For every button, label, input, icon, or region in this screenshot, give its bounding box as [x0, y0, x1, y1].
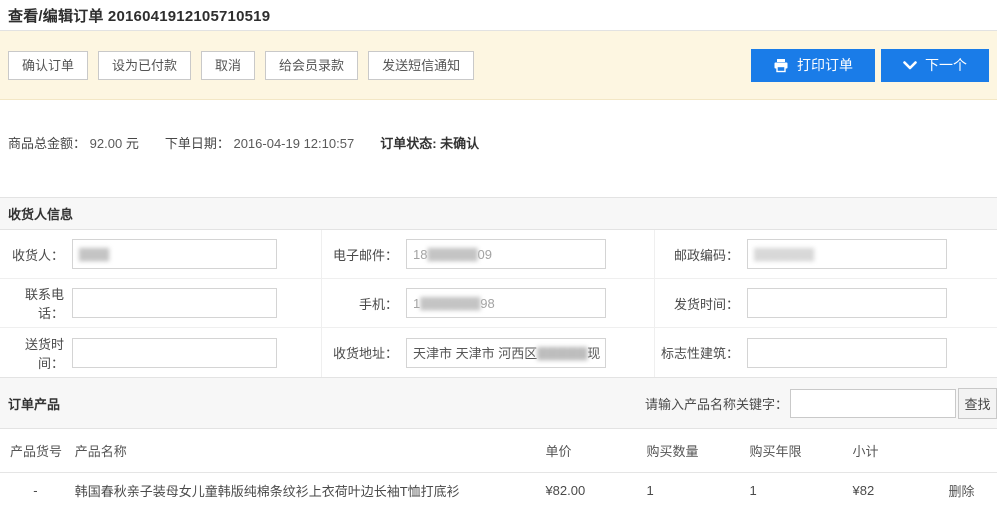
order-edit-page: 查看/编辑订单 2016041912105710519 确认订单 设为已付款 取…	[0, 0, 997, 509]
ship-time-input[interactable]	[747, 288, 947, 318]
mobile-input[interactable]: 1▇▇▇▇▇▇98	[406, 288, 606, 318]
col-header-years: 购买年限	[747, 429, 850, 472]
mobile-label: 手机：	[326, 294, 398, 313]
next-order-button[interactable]: 下一个	[881, 49, 989, 82]
product-price: ¥82.00	[543, 472, 644, 509]
set-paid-button[interactable]: 设为已付款	[98, 51, 191, 80]
phone-label: 联系电话：	[4, 284, 64, 322]
order-toolbar: 确认订单 设为已付款 取消 给会员录款 发送短信通知 打印订单	[0, 31, 997, 100]
col-header-sku: 产品货号	[0, 429, 73, 472]
print-order-label: 打印订单	[797, 55, 853, 75]
delivery-time-label: 送货时间：	[4, 334, 64, 372]
zipcode-input[interactable]: ▇▇▇▇▇▇	[747, 239, 947, 269]
email-field: 电子邮件： 18▇▇▇▇▇09	[322, 230, 655, 279]
product-search-label: 请输入产品名称关键字：	[645, 394, 788, 413]
order-summary: 商品总金额： 92.00 元 下单日期： 2016-04-19 12:10:57 订…	[0, 100, 997, 197]
consignee-form: 收货人： ▇▇▇ 电子邮件： 18▇▇▇▇▇09 邮政编码： ▇▇▇▇▇▇ 联系…	[0, 230, 997, 377]
record-payment-button[interactable]: 给会员录款	[265, 51, 358, 80]
toolbar-right-group: 打印订单 下一个	[751, 49, 989, 82]
phone-input[interactable]	[72, 288, 277, 318]
delivery-time-input[interactable]	[72, 338, 277, 368]
col-header-qty: 购买数量	[644, 429, 747, 472]
phone-field: 联系电话：	[0, 279, 322, 328]
delete-product-link[interactable]: 删除	[948, 484, 974, 499]
product-subtotal: ¥82	[851, 472, 947, 509]
product-search-button[interactable]: 查找	[958, 388, 997, 419]
order-date: 下单日期： 2016-04-19 12:10:57	[165, 136, 354, 151]
mobile-field: 手机： 1▇▇▇▇▇▇98	[322, 279, 655, 328]
page-title: 查看/编辑订单 2016041912105710519	[8, 5, 270, 26]
address-input[interactable]: 天津市 天津市 河西区▇▇▇▇▇现	[406, 338, 606, 368]
product-search: 请输入产品名称关键字： 查找	[645, 388, 997, 419]
products-section-title: 订单产品	[8, 394, 60, 413]
landmark-input[interactable]	[747, 338, 947, 368]
consignee-name-label: 收货人：	[4, 245, 64, 264]
order-total: 商品总金额： 92.00 元	[8, 136, 139, 151]
email-label: 电子邮件：	[326, 245, 398, 264]
consignee-section-title: 收货人信息	[8, 204, 73, 223]
order-products-table: 产品货号 产品名称 单价 购买数量 购买年限 小计 - 韩国春秋亲子装母女儿童韩…	[0, 429, 997, 509]
email-input[interactable]: 18▇▇▇▇▇09	[406, 239, 606, 269]
address-label: 收货地址：	[326, 343, 398, 362]
printer-icon	[773, 58, 789, 73]
consignee-name-field: 收货人： ▇▇▇	[0, 230, 322, 279]
products-section-header: 订单产品 请输入产品名称关键字： 查找	[0, 377, 997, 429]
table-row: - 韩国春秋亲子装母女儿童韩版纯棉条纹衫上衣荷叶边长袖T恤打底衫 ¥82.00 …	[0, 472, 997, 509]
col-header-price: 单价	[543, 429, 644, 472]
confirm-order-button[interactable]: 确认订单	[8, 51, 88, 80]
col-header-actions	[946, 429, 997, 472]
product-sku: -	[0, 472, 73, 509]
order-action-buttons: 确认订单 设为已付款 取消 给会员录款 发送短信通知	[8, 51, 474, 80]
product-qty: 1	[644, 472, 747, 509]
chevron-down-icon	[903, 61, 917, 70]
landmark-label: 标志性建筑：	[659, 343, 739, 362]
table-header-row: 产品货号 产品名称 单价 购买数量 购买年限 小计	[0, 429, 997, 472]
ship-time-field: 发货时间：	[655, 279, 997, 328]
order-status: 订单状态: 未确认	[380, 136, 479, 151]
col-header-name: 产品名称	[73, 429, 544, 472]
zipcode-field: 邮政编码： ▇▇▇▇▇▇	[655, 230, 997, 279]
product-search-input[interactable]	[790, 389, 956, 418]
col-header-subtotal: 小计	[851, 429, 947, 472]
product-name: 韩国春秋亲子装母女儿童韩版纯棉条纹衫上衣荷叶边长袖T恤打底衫	[73, 472, 544, 509]
send-sms-button[interactable]: 发送短信通知	[368, 51, 474, 80]
product-years: 1	[747, 472, 850, 509]
consignee-section-header: 收货人信息	[0, 197, 997, 230]
landmark-field: 标志性建筑：	[655, 328, 997, 377]
page-header: 查看/编辑订单 2016041912105710519	[0, 0, 997, 31]
zipcode-label: 邮政编码：	[659, 245, 739, 264]
consignee-name-input[interactable]: ▇▇▇	[72, 239, 277, 269]
next-order-label: 下一个	[925, 55, 967, 75]
order-status-value: 未确认	[440, 136, 479, 151]
cancel-button[interactable]: 取消	[201, 51, 255, 80]
delivery-time-field: 送货时间：	[0, 328, 322, 377]
ship-time-label: 发货时间：	[659, 294, 739, 313]
print-order-button[interactable]: 打印订单	[751, 49, 875, 82]
address-field: 收货地址： 天津市 天津市 河西区▇▇▇▇▇现	[322, 328, 655, 377]
